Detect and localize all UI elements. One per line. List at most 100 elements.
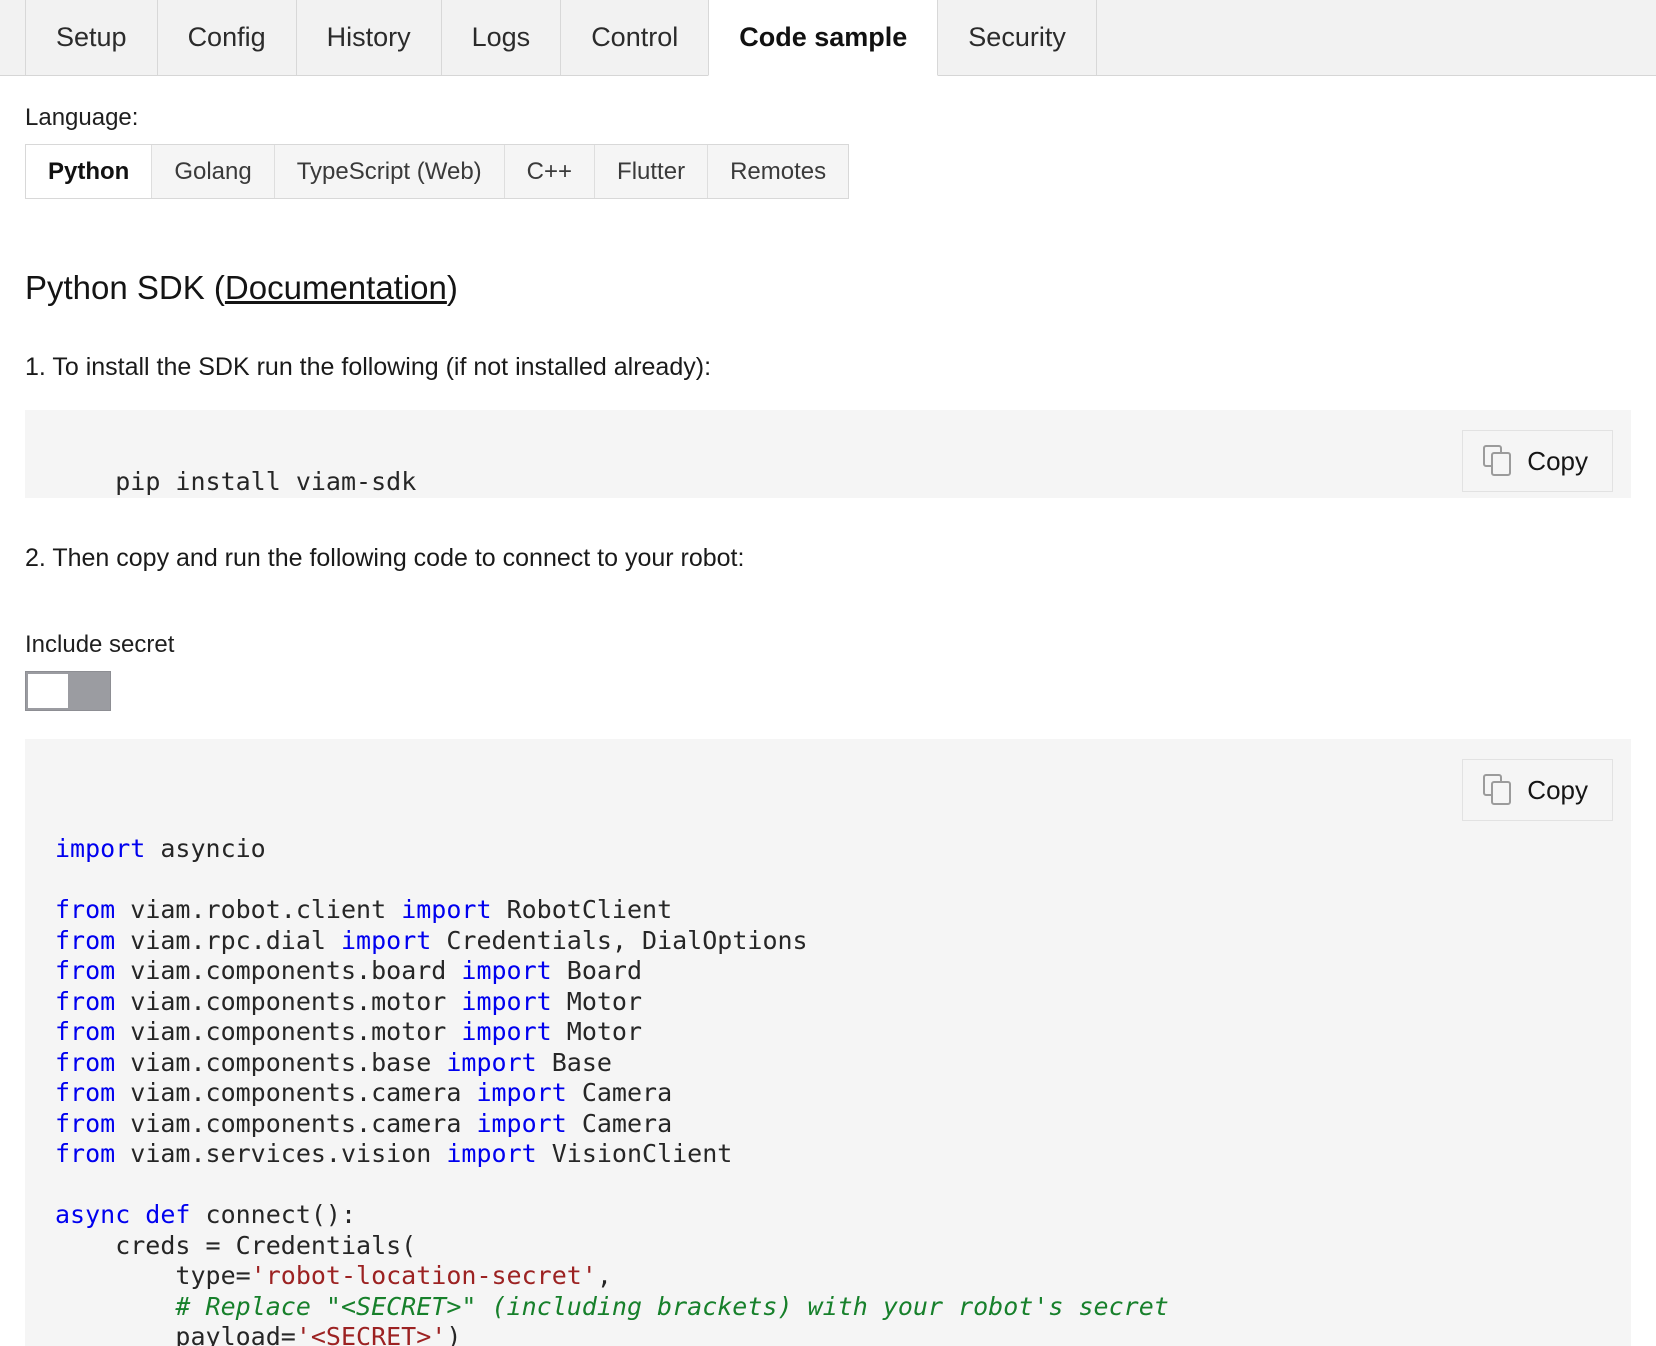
code-line: from viam.robot.client import RobotClien… bbox=[55, 895, 1601, 926]
language-tab-label: Flutter bbox=[617, 158, 685, 186]
language-tab-c++[interactable]: C++ bbox=[505, 145, 595, 198]
main-tab-logs[interactable]: Logs bbox=[441, 0, 562, 75]
code-token: VisionClient bbox=[537, 1139, 733, 1168]
code-token: Motor bbox=[552, 987, 642, 1016]
main-tab-config[interactable]: Config bbox=[157, 0, 297, 75]
code-token: Credentials, DialOptions bbox=[431, 926, 807, 955]
code-token: from bbox=[55, 1139, 115, 1168]
code-line: creds = Credentials( bbox=[55, 1231, 1601, 1262]
code-token: from bbox=[55, 1109, 115, 1138]
copy-connect-button-label: Copy bbox=[1527, 775, 1588, 806]
code-line: from viam.components.board import Board bbox=[55, 956, 1601, 987]
code-token: import bbox=[446, 1139, 536, 1168]
code-line: async def connect(): bbox=[55, 1200, 1601, 1231]
code-token: Camera bbox=[567, 1109, 672, 1138]
code-token: import bbox=[446, 1048, 536, 1077]
code-token: ) bbox=[446, 1322, 461, 1346]
code-token: from bbox=[55, 1048, 115, 1077]
main-tab-label: Setup bbox=[56, 22, 127, 53]
language-tab-label: C++ bbox=[527, 158, 572, 186]
main-tab-label: History bbox=[327, 22, 411, 53]
code-token: , bbox=[597, 1261, 612, 1290]
code-line: payload='<SECRET>') bbox=[55, 1322, 1601, 1346]
page-content: Language: Python Golang TypeScript (Web) C+… bbox=[0, 104, 1656, 1346]
code-token: 'robot-location-secret' bbox=[251, 1261, 597, 1290]
code-token: import bbox=[341, 926, 431, 955]
code-line bbox=[55, 865, 1601, 896]
code-token: type= bbox=[55, 1261, 251, 1290]
code-token: import bbox=[461, 1017, 551, 1046]
code-token: Base bbox=[537, 1048, 612, 1077]
code-token: payload= bbox=[55, 1322, 296, 1346]
include-secret-toggle[interactable] bbox=[25, 671, 111, 711]
main-tab-setup[interactable]: Setup bbox=[25, 0, 158, 75]
main-tab-label: Code sample bbox=[739, 22, 907, 53]
main-tab-label: Security bbox=[968, 22, 1066, 53]
code-token: import bbox=[461, 956, 551, 985]
code-token: from bbox=[55, 956, 115, 985]
documentation-link[interactable]: Documentation bbox=[225, 269, 447, 306]
step-1-text: 1. To install the SDK run the following … bbox=[25, 353, 1631, 382]
language-tab-label: Golang bbox=[174, 158, 251, 186]
code-token: import bbox=[476, 1078, 566, 1107]
code-token: viam.rpc.dial bbox=[115, 926, 341, 955]
main-tab-label: Logs bbox=[472, 22, 531, 53]
code-token: viam.components.camera bbox=[115, 1109, 476, 1138]
main-tab-history[interactable]: History bbox=[296, 0, 442, 75]
language-tab-label: Python bbox=[48, 158, 129, 186]
copy-connect-code-button[interactable]: Copy bbox=[1462, 759, 1613, 821]
language-tab-group: Python Golang TypeScript (Web) C++ Flutter Re… bbox=[25, 144, 849, 199]
code-token: Motor bbox=[552, 1017, 642, 1046]
main-tab-label: Control bbox=[591, 22, 678, 53]
code-line: from viam.components.camera import Camer… bbox=[55, 1078, 1601, 1109]
code-token: viam.components.board bbox=[115, 956, 461, 985]
code-token: async def bbox=[55, 1200, 190, 1229]
code-token: viam.components.base bbox=[115, 1048, 446, 1077]
main-tab-bar: Setup Config History Logs Control Code sample… bbox=[0, 0, 1656, 76]
code-token: viam.services.vision bbox=[115, 1139, 446, 1168]
code-line: import asyncio bbox=[55, 834, 1601, 865]
code-line: from viam.components.camera import Camer… bbox=[55, 1109, 1601, 1140]
code-token: viam.components.motor bbox=[115, 987, 461, 1016]
code-line: from viam.components.motor import Motor bbox=[55, 987, 1601, 1018]
code-token: # Replace "<SECRET>" (including brackets… bbox=[55, 1292, 1169, 1321]
main-tab-code-sample[interactable]: Code sample bbox=[708, 0, 938, 76]
code-token: import bbox=[401, 895, 491, 924]
code-token: Camera bbox=[567, 1078, 672, 1107]
code-line: type='robot-location-secret', bbox=[55, 1261, 1601, 1292]
main-tab-security[interactable]: Security bbox=[937, 0, 1097, 75]
code-token: Board bbox=[552, 956, 642, 985]
connect-code-block: import asyncio from viam.robot.client im… bbox=[25, 739, 1631, 1346]
page-title-prefix: Python SDK ( bbox=[25, 269, 225, 306]
language-tab-flutter[interactable]: Flutter bbox=[595, 145, 708, 198]
code-token: import bbox=[476, 1109, 566, 1138]
code-token: viam.components.motor bbox=[115, 1017, 461, 1046]
code-token: viam.robot.client bbox=[115, 895, 401, 924]
include-secret-toggle-knob bbox=[28, 674, 68, 708]
copy-install-button-label: Copy bbox=[1527, 446, 1588, 477]
copy-icon bbox=[1483, 774, 1513, 806]
code-token: from bbox=[55, 1017, 115, 1046]
copy-install-command-button[interactable]: Copy bbox=[1462, 430, 1613, 492]
code-token: from bbox=[55, 987, 115, 1016]
include-secret-label: Include secret bbox=[25, 631, 1631, 659]
language-tab-label: Remotes bbox=[730, 158, 826, 186]
code-line: from viam.rpc.dial import Credentials, D… bbox=[55, 926, 1601, 957]
language-tab-remotes[interactable]: Remotes bbox=[708, 145, 848, 198]
install-command-text: pip install viam-sdk bbox=[115, 467, 416, 496]
language-tab-golang[interactable]: Golang bbox=[152, 145, 274, 198]
language-label: Language: bbox=[25, 104, 1631, 132]
main-tab-control[interactable]: Control bbox=[560, 0, 709, 75]
code-line bbox=[55, 1170, 1601, 1201]
code-line: from viam.components.base import Base bbox=[55, 1048, 1601, 1079]
tab-bar-filler bbox=[1096, 0, 1656, 75]
code-token: from bbox=[55, 1078, 115, 1107]
code-token: from bbox=[55, 926, 115, 955]
language-tab-python[interactable]: Python bbox=[26, 145, 152, 198]
code-token: import bbox=[55, 834, 145, 863]
copy-icon bbox=[1483, 445, 1513, 477]
language-tab-typescript-web[interactable]: TypeScript (Web) bbox=[275, 145, 505, 198]
code-token: viam.components.camera bbox=[115, 1078, 476, 1107]
code-token: from bbox=[55, 895, 115, 924]
code-line: from viam.components.motor import Motor bbox=[55, 1017, 1601, 1048]
